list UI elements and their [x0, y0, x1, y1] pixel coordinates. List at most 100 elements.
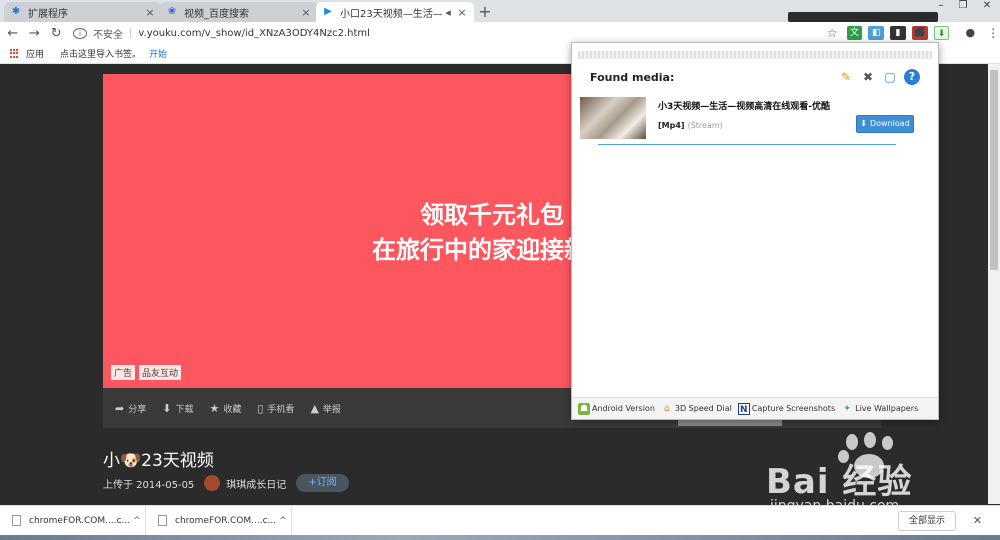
- minimize-icon[interactable]: –: [930, 0, 952, 14]
- chat-icon[interactable]: ▢: [882, 69, 898, 85]
- file-icon: [12, 515, 21, 526]
- speed-dial-link[interactable]: ⌂ 3D Speed Dial: [661, 403, 732, 415]
- star-icon: ★: [209, 401, 220, 415]
- security-label: 不安全: [93, 29, 124, 41]
- tab-close-icon[interactable]: ×: [300, 6, 312, 19]
- report-button[interactable]: ▲ 举报: [310, 402, 340, 415]
- show-all-downloads-button[interactable]: 全部显示: [897, 510, 956, 531]
- download-button[interactable]: ⬇ Download: [856, 115, 914, 133]
- share-button[interactable]: ➦ 分享: [115, 402, 146, 415]
- media-format: [Mp4] (Stream): [658, 121, 723, 130]
- favorite-button[interactable]: ★ 收藏: [209, 402, 241, 415]
- extension-icon[interactable]: ▮: [890, 26, 906, 40]
- stream-label: (Stream): [687, 121, 723, 130]
- video-downloader-popup: Found media: ✎ ✖ ▢ ? 小3天视频—生活—视频高清在线观看-优…: [571, 42, 939, 420]
- tab-title: 小口23天视频—生活—视频: [340, 8, 442, 20]
- tab-baidu-search[interactable]: ❀ 视频_百度搜索 ×: [160, 2, 318, 22]
- restore-icon[interactable]: ❐: [952, 0, 974, 14]
- tab-close-icon[interactable]: ×: [456, 6, 468, 19]
- audio-icon[interactable]: ◂: [442, 6, 454, 19]
- action-label: 下载: [175, 404, 194, 415]
- download-arrow-icon: ⬇: [860, 119, 867, 128]
- video-meta: 上传于 2014-05-05 琪琪成长日记 +订阅: [103, 474, 349, 492]
- popup-title: Found media:: [590, 70, 675, 84]
- footer-label: Capture Screenshots: [751, 404, 836, 413]
- share-icon: ➦: [115, 401, 125, 415]
- puzzle-icon: ✱: [11, 6, 21, 17]
- android-version-link[interactable]: ☗ Android Version: [578, 402, 655, 415]
- os-taskbar: [0, 535, 1000, 540]
- tab-strip: ✱ 扩展程序 × ❀ 视频_百度搜索 × ▶ 小口23天视频—生活—视频 ◂ ×…: [0, 0, 1000, 22]
- pdf-extension-icon[interactable]: ⬛: [911, 26, 928, 40]
- menu-icon[interactable]: ⋮: [986, 26, 1000, 40]
- chevron-up-icon[interactable]: ^: [129, 516, 145, 526]
- watch-on-phone-button[interactable]: ▯ 手机看: [257, 402, 294, 415]
- popup-tools: ✎ ✖ ▢ ?: [832, 69, 920, 85]
- chevron-up-icon[interactable]: ^: [275, 516, 291, 526]
- avatar[interactable]: [204, 475, 221, 491]
- paw-icon: ❀: [167, 6, 177, 17]
- live-wallpapers-link[interactable]: ✦ Live Wallpapers: [841, 403, 918, 415]
- action-label: 收藏: [223, 404, 242, 415]
- import-bookmarks-hint: 点击这里导入书签。: [60, 50, 142, 60]
- phone-icon: ▯: [257, 401, 264, 415]
- new-tab-button[interactable]: +: [476, 3, 494, 21]
- tab-close-icon[interactable]: ×: [144, 6, 156, 19]
- download-item[interactable]: chromeFOR.COM....c... ^: [146, 505, 292, 536]
- url-text[interactable]: v.youku.com/v_show/id_XNzA3ODY4Nzc2.html: [138, 28, 370, 39]
- ad-partner-tag: 品友互动: [139, 365, 182, 380]
- window-controls: – ❐ ✕: [930, 0, 1000, 14]
- import-bookmarks-link[interactable]: 开始: [149, 47, 167, 60]
- download-filename: chromeFOR.COM....c...: [29, 515, 129, 526]
- wallpaper-icon: ✦: [843, 403, 851, 414]
- media-item: 小3天视频—生活—视频高清在线观看-优酷 [Mp4] (Stream) ⬇ Down…: [580, 97, 918, 145]
- upload-date: 上传于 2014-05-05: [103, 479, 195, 491]
- tab-youku-video[interactable]: ▶ 小口23天视频—生活—视频 ◂ ×: [316, 2, 474, 22]
- download-filename: chromeFOR.COM....c...: [175, 515, 275, 526]
- download-item[interactable]: chromeFOR.COM....c... ^: [0, 505, 146, 536]
- ad-tags: 广告 品友互动: [111, 365, 185, 380]
- scrollbar-thumb[interactable]: [990, 70, 998, 270]
- warning-icon: ▲: [310, 401, 319, 415]
- speed-dial-icon: ⌂: [664, 403, 670, 414]
- tab-extensions[interactable]: ✱ 扩展程序 ×: [4, 2, 162, 22]
- ad-tag: 广告: [111, 365, 136, 380]
- info-icon[interactable]: i: [73, 27, 88, 39]
- tab-title: 扩展程序: [28, 8, 68, 20]
- video-downloader-extension-icon[interactable]: ⬇: [933, 26, 950, 40]
- capture-icon: N: [737, 402, 750, 415]
- browser-toolbar: ← → ↻ i 不安全 | v.youku.com/v_show/id_XNzA…: [0, 22, 1000, 44]
- tools-icon[interactable]: ✖: [860, 69, 876, 85]
- action-label: 举报: [322, 404, 341, 415]
- apps-bookmark[interactable]: 应用: [26, 47, 44, 60]
- background-window-strip: [788, 12, 938, 22]
- divider: |: [129, 27, 133, 39]
- close-icon[interactable]: ✕: [973, 514, 982, 527]
- apps-grid-icon[interactable]: [10, 48, 20, 59]
- android-icon: ☗: [578, 402, 590, 415]
- help-icon[interactable]: ?: [904, 69, 920, 85]
- media-thumbnail: [580, 97, 646, 139]
- action-label: 手机看: [267, 404, 295, 415]
- bookmark-star-icon[interactable]: ☆: [827, 26, 838, 40]
- capture-screenshots-link[interactable]: N Capture Screenshots: [737, 402, 836, 415]
- action-label: 分享: [128, 404, 147, 415]
- address-bar[interactable]: i 不安全 | v.youku.com/v_show/id_XNzA3ODY4N…: [73, 24, 844, 42]
- format-label: [Mp4]: [658, 121, 685, 130]
- window-close-icon[interactable]: ✕: [974, 0, 1000, 14]
- forward-icon[interactable]: →: [24, 26, 46, 41]
- popup-footer: ☗ Android Version ⌂ 3D Speed Dial N Capture…: [572, 397, 938, 419]
- reload-icon[interactable]: ↻: [45, 26, 67, 41]
- download-button[interactable]: ⬇ 下载: [162, 402, 193, 415]
- subscribe-button[interactable]: +订阅: [296, 474, 349, 492]
- channel-name[interactable]: 琪琪成长日记: [226, 476, 286, 491]
- back-icon[interactable]: ←: [2, 26, 24, 41]
- broom-icon[interactable]: ✎: [838, 69, 854, 85]
- footer-label: 3D Speed Dial: [674, 404, 732, 413]
- tab-title: 视频_百度搜索: [184, 8, 249, 20]
- extension-icon[interactable]: ◧: [868, 26, 885, 40]
- profile-icon[interactable]: ●: [962, 26, 978, 40]
- popup-header: Found media: ✎ ✖ ▢ ?: [590, 67, 920, 87]
- extension-icon[interactable]: 文: [846, 26, 863, 40]
- media-title: 小3天视频—生活—视频高清在线观看-优酷: [658, 102, 830, 112]
